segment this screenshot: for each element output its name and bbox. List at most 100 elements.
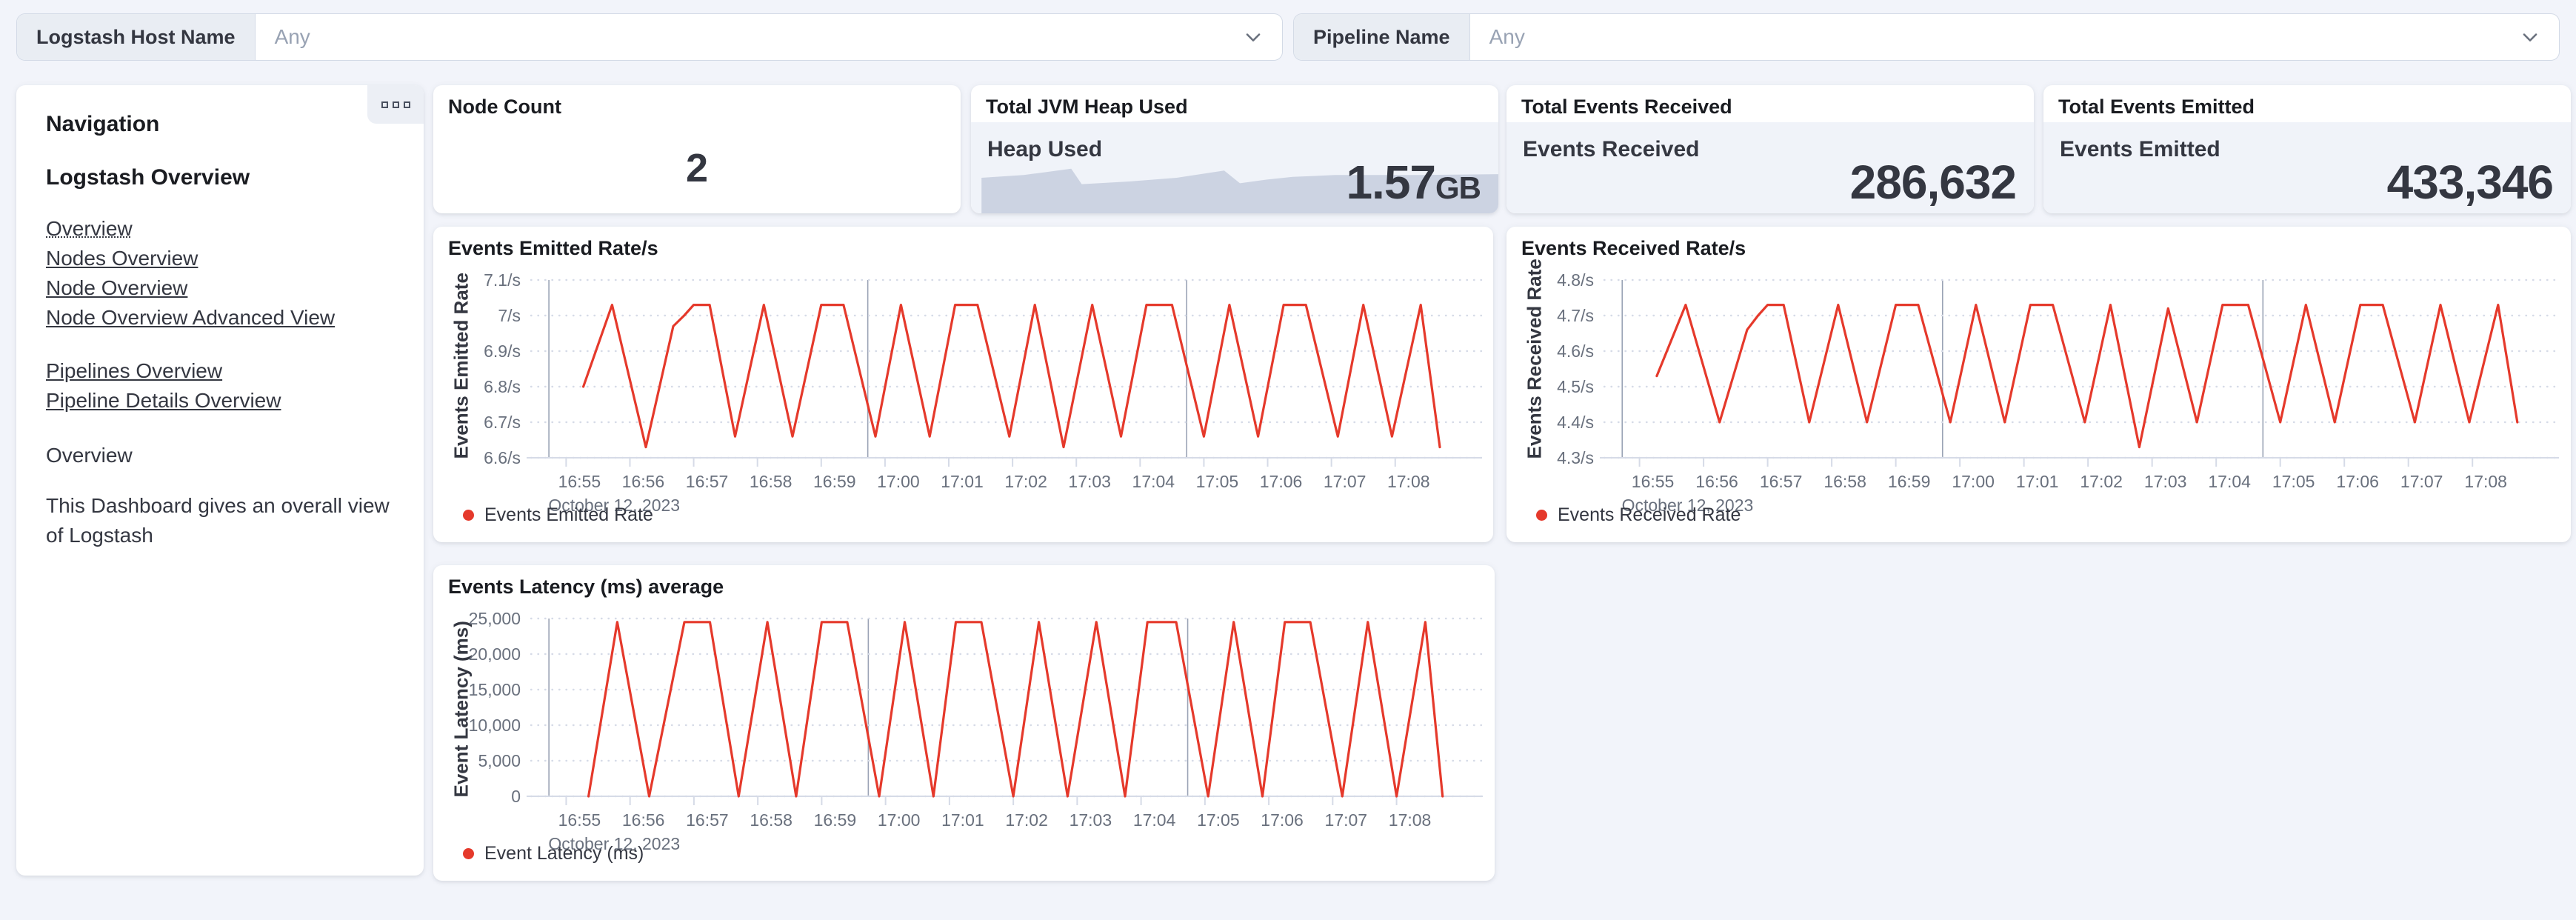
logstash-host-name-filter-label: Logstash Host Name <box>17 14 256 60</box>
logstash-host-name-filter-value: Any <box>274 25 310 48</box>
svg-text:6.7/s: 6.7/s <box>484 413 521 432</box>
pipeline-name-filter[interactable]: Pipeline Name Any <box>1293 13 2560 61</box>
panel-options-icon <box>392 101 399 108</box>
logstash-overview-heading: Logstash Overview <box>46 165 250 190</box>
nav-link-pipeline-details-overview[interactable]: Pipeline Details Overview <box>46 386 281 416</box>
svg-text:17:01: 17:01 <box>941 472 984 491</box>
svg-text:15,000: 15,000 <box>469 680 521 699</box>
svg-text:16:56: 16:56 <box>1695 472 1738 491</box>
svg-text:17:00: 17:00 <box>878 810 921 830</box>
panel-title: Node Count <box>448 96 561 118</box>
svg-text:17:06: 17:06 <box>2336 472 2379 491</box>
svg-text:17:03: 17:03 <box>1070 810 1112 830</box>
svg-text:17:07: 17:07 <box>1325 810 1368 830</box>
total-jvm-heap-used-panel: Total JVM Heap Used Heap Used 1.57GB <box>971 85 1498 213</box>
legend-item-events-received-rate[interactable]: Events Received Rate <box>1536 504 1741 526</box>
svg-text:17:06: 17:06 <box>1260 472 1303 491</box>
chevron-down-icon <box>1242 14 1282 60</box>
metric-label: Heap Used <box>987 137 1103 161</box>
svg-text:4.7/s: 4.7/s <box>1557 306 1594 325</box>
events-received-rate-panel: Events Received Rate/s Events Received R… <box>1506 227 2571 542</box>
svg-text:16:59: 16:59 <box>814 810 857 830</box>
filter-bar: Logstash Host Name Any Pipeline Name Any <box>16 13 2560 61</box>
svg-text:17:08: 17:08 <box>2464 472 2507 491</box>
heap-used-metric: Heap Used 1.57GB <box>971 122 1498 213</box>
svg-text:16:57: 16:57 <box>686 810 729 830</box>
node-count-value: 2 <box>685 145 709 190</box>
svg-text:4.5/s: 4.5/s <box>1557 377 1594 396</box>
total-events-emitted-panel: Total Events Emitted Events Emitted 433,… <box>2043 85 2571 213</box>
events-emitted-rate-chart[interactable]: 7.1/s 7/s 6.9/s 6.8/s 6.7/s 6.6/s 16:55 16:56 16… <box>433 227 1493 542</box>
chevron-down-icon <box>2519 14 2559 60</box>
svg-text:5,000: 5,000 <box>478 751 521 770</box>
svg-text:20,000: 20,000 <box>469 644 521 664</box>
svg-text:17:04: 17:04 <box>1133 810 1176 830</box>
svg-text:17:01: 17:01 <box>2016 472 2059 491</box>
svg-text:4.4/s: 4.4/s <box>1557 413 1594 432</box>
svg-text:17:04: 17:04 <box>2208 472 2251 491</box>
navigation-panel: Navigation Logstash Overview Overview No… <box>16 85 424 876</box>
nav-link-node-overview[interactable]: Node Overview <box>46 273 187 303</box>
svg-text:16:58: 16:58 <box>750 810 793 830</box>
svg-text:4.6/s: 4.6/s <box>1557 341 1594 361</box>
heap-used-value: 1.57GB <box>1346 159 1481 206</box>
panel-title: Total Events Received <box>1521 96 1732 118</box>
svg-text:6.8/s: 6.8/s <box>484 377 521 396</box>
nav-link-group-pipelines: Pipelines Overview Pipeline Details Over… <box>46 356 397 416</box>
svg-text:17:00: 17:00 <box>1952 472 1995 491</box>
legend-dot-icon <box>463 510 474 521</box>
total-events-received-panel: Total Events Received Events Received 28… <box>1506 85 2034 213</box>
svg-text:25,000: 25,000 <box>469 609 521 628</box>
legend-dot-icon <box>463 848 474 859</box>
svg-text:17:08: 17:08 <box>1387 472 1430 491</box>
svg-text:16:55: 16:55 <box>558 472 601 491</box>
nav-link-node-overview-advanced-view[interactable]: Node Overview Advanced View <box>46 303 335 333</box>
svg-text:4.3/s: 4.3/s <box>1557 448 1594 467</box>
nav-link-nodes-overview[interactable]: Nodes Overview <box>46 244 198 273</box>
svg-text:16:55: 16:55 <box>558 810 601 830</box>
nav-description: This Dashboard gives an overall view of … <box>46 494 390 547</box>
events-received-rate-chart[interactable]: 4.8/s 4.7/s 4.6/s 4.5/s 4.4/s 4.3/s 16:55 16:56… <box>1506 227 2571 542</box>
svg-text:17:01: 17:01 <box>941 810 984 830</box>
svg-text:17:02: 17:02 <box>2080 472 2123 491</box>
svg-text:16:57: 16:57 <box>1760 472 1803 491</box>
legend-label: Events Emitted Rate <box>484 504 653 525</box>
events-emitted-value: 433,346 <box>2386 156 2554 209</box>
svg-text:7.1/s: 7.1/s <box>484 270 521 290</box>
events-received-metric: Events Received 286,632 <box>1506 122 2034 213</box>
nav-section-title: Overview <box>46 444 133 467</box>
metric-label: Events Emitted <box>2060 137 2220 161</box>
svg-text:17:05: 17:05 <box>2272 472 2315 491</box>
svg-text:16:56: 16:56 <box>622 472 665 491</box>
svg-text:17:02: 17:02 <box>1005 810 1048 830</box>
svg-text:17:02: 17:02 <box>1004 472 1047 491</box>
svg-text:16:58: 16:58 <box>1823 472 1866 491</box>
nav-link-pipelines-overview[interactable]: Pipelines Overview <box>46 356 222 386</box>
nav-link-group-nodes: Overview Nodes Overview Node Overview No… <box>46 214 397 333</box>
svg-text:16:55: 16:55 <box>1632 472 1675 491</box>
pipeline-name-filter-value: Any <box>1489 25 1525 48</box>
logstash-host-name-filter[interactable]: Logstash Host Name Any <box>16 13 1283 61</box>
node-count-panel: Node Count 2 <box>433 85 961 213</box>
panel-title: Total JVM Heap Used <box>986 96 1188 118</box>
svg-text:17:07: 17:07 <box>2400 472 2443 491</box>
panel-options-button[interactable] <box>367 85 424 124</box>
legend-item-events-emitted-rate[interactable]: Events Emitted Rate <box>463 504 653 526</box>
events-latency-panel: Events Latency (ms) average Event Latenc… <box>433 565 1495 881</box>
heap-used-unit: GB <box>1435 170 1481 205</box>
navigation-heading: Navigation <box>46 112 160 136</box>
nav-link-overview[interactable]: Overview <box>46 214 133 244</box>
panel-title: Total Events Emitted <box>2058 96 2255 118</box>
svg-text:16:59: 16:59 <box>813 472 856 491</box>
svg-text:6.6/s: 6.6/s <box>484 448 521 467</box>
heap-used-number: 1.57 <box>1346 156 1436 209</box>
svg-text:17:05: 17:05 <box>1197 810 1240 830</box>
events-emitted-rate-panel: Events Emitted Rate/s Events Emitted Rat… <box>433 227 1493 542</box>
legend-item-event-latency[interactable]: Event Latency (ms) <box>463 843 644 864</box>
panel-options-icon <box>381 101 388 108</box>
event-latency-chart[interactable]: 25,000 20,000 15,000 10,000 5,000 0 16:55 16:56… <box>433 565 1495 881</box>
svg-text:17:07: 17:07 <box>1324 472 1367 491</box>
legend-label: Events Received Rate <box>1558 504 1741 525</box>
svg-text:16:57: 16:57 <box>686 472 729 491</box>
svg-text:17:03: 17:03 <box>1068 472 1111 491</box>
